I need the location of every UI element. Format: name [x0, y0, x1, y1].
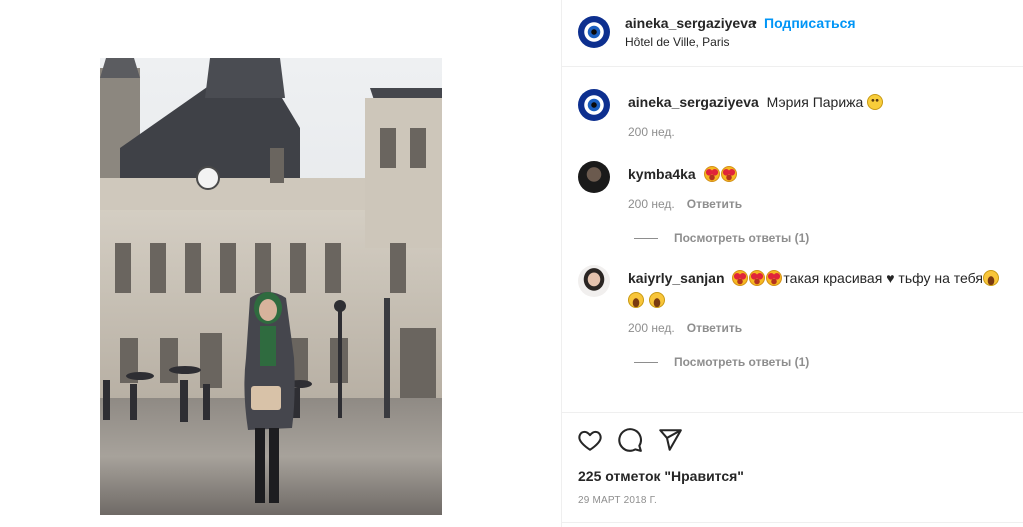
- user-avatar[interactable]: [578, 161, 610, 193]
- smile-emoji: [867, 94, 884, 110]
- comment-time[interactable]: 200 нед.: [628, 197, 675, 211]
- heart-eyes-emoji: [732, 270, 749, 286]
- paper-plane-icon[interactable]: [657, 427, 683, 453]
- comment-username[interactable]: kymba4ka: [628, 166, 696, 182]
- comment-item: kymba4ka 200 нед. Ответить Посмотреть отв…: [578, 161, 1008, 245]
- comment-item: kaiyrly_sanjan такая красивая ♥ тьфу на …: [578, 265, 1008, 375]
- location-link[interactable]: Hôtel de Ville, Paris: [625, 35, 730, 49]
- heart-eyes-emoji: [749, 270, 766, 286]
- user-avatar[interactable]: [578, 265, 610, 297]
- comments-list[interactable]: aineka_sergaziyeva Мэрия Парижа 200 нед.…: [562, 67, 1023, 412]
- evil-eye-icon[interactable]: [578, 16, 610, 48]
- reply-button[interactable]: Ответить: [687, 197, 742, 211]
- comment-meta: 200 нед. Ответить: [628, 197, 742, 211]
- caption-item: aineka_sergaziyeva Мэрия Парижа 200 нед.: [578, 89, 1008, 139]
- post-date[interactable]: 29 МАРТ 2018 Г.: [578, 495, 657, 506]
- evil-eye-icon[interactable]: [578, 89, 610, 121]
- comment-username[interactable]: kaiyrly_sanjan: [628, 270, 725, 286]
- view-replies-button[interactable]: Посмотреть ответы (1): [634, 355, 809, 369]
- heart-eyes-emoji: [703, 166, 720, 182]
- heart-eyes-emoji: [766, 270, 783, 286]
- grin-emoji: [628, 292, 644, 308]
- caption-meta: 200 нед.: [628, 125, 675, 139]
- post-header: aineka_sergaziyeva • Подписаться Hôtel d…: [562, 0, 1023, 67]
- post-media-pane: [0, 0, 561, 527]
- bottom-divider: [562, 522, 1023, 523]
- replies-line: [634, 362, 658, 364]
- black-heart-icon: ♥: [886, 270, 895, 286]
- follow-button[interactable]: Подписаться: [764, 15, 856, 31]
- caption-username[interactable]: aineka_sergaziyeva: [628, 94, 759, 110]
- caption-body: Мэрия Парижа: [766, 94, 864, 110]
- header-username[interactable]: aineka_sergaziyeva: [625, 15, 756, 31]
- grin-emoji: [648, 292, 665, 308]
- heart-outline-icon[interactable]: [577, 427, 603, 453]
- heart-eyes-emoji: [720, 166, 737, 182]
- caption-time[interactable]: 200 нед.: [628, 125, 675, 139]
- post-photo[interactable]: [100, 58, 442, 515]
- header-separator: •: [752, 14, 757, 30]
- hotel-de-ville-photo: [100, 58, 442, 515]
- caption-text: aineka_sergaziyeva Мэрия Парижа: [628, 91, 1008, 113]
- view-replies-label: Посмотреть ответы (1): [674, 355, 810, 369]
- view-replies-button[interactable]: Посмотреть ответы (1): [634, 231, 809, 245]
- comment-bubble-icon[interactable]: [617, 427, 643, 453]
- post-sidebar: aineka_sergaziyeva • Подписаться Hôtel d…: [562, 0, 1023, 527]
- comment-time[interactable]: 200 нед.: [628, 321, 675, 335]
- replies-line: [634, 238, 658, 240]
- comment-body: такая красивая: [783, 270, 883, 286]
- view-replies-label: Посмотреть ответы (1): [674, 231, 810, 245]
- grin-emoji: [982, 270, 999, 286]
- comment-meta: 200 нед. Ответить: [628, 321, 742, 335]
- comment-text: kymba4ka: [628, 163, 1008, 185]
- reply-button[interactable]: Ответить: [687, 321, 742, 335]
- likes-count[interactable]: 225 отметок "Нравится": [578, 468, 744, 484]
- actions-divider: [562, 412, 1023, 413]
- comment-text: kaiyrly_sanjan такая красивая ♥ тьфу на …: [628, 267, 1008, 311]
- comment-body: тьфу на тебя: [898, 270, 983, 286]
